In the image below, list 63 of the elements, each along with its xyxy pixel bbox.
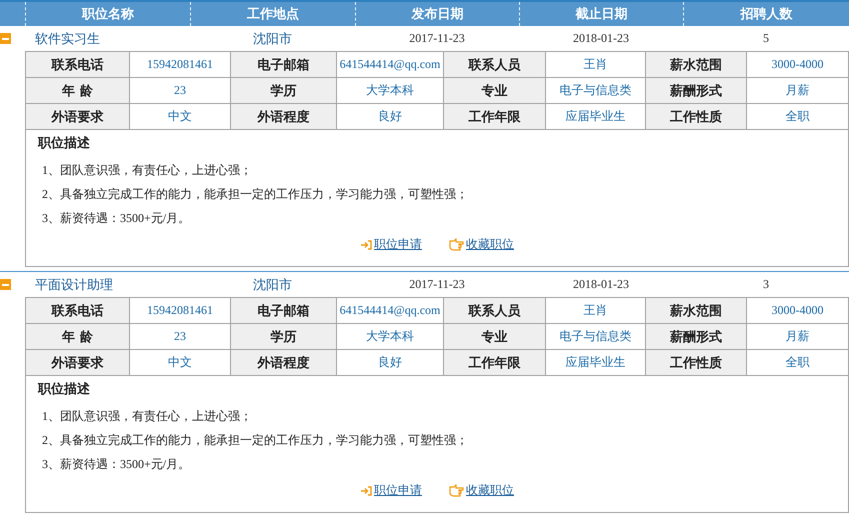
field-label: 外语程度 (231, 350, 337, 376)
deadline-date: 2018-01-23 (572, 31, 630, 46)
column-header: 截止日期 (519, 2, 683, 26)
apply-link[interactable]: 职位申请 (360, 482, 422, 499)
field-label: 联系电话 (26, 298, 130, 324)
field-label: 工作年限 (444, 350, 546, 376)
field-label: 薪水范围 (646, 298, 747, 324)
description-line: 3、薪资待遇：3500+元/月。 (41, 456, 192, 473)
field-label: 薪酬形式 (646, 324, 747, 350)
pointing-hand-icon (448, 484, 464, 497)
field-label: 薪水范围 (646, 52, 747, 78)
field-label: 工作性质 (646, 104, 747, 130)
field-value: 全职 (747, 104, 849, 130)
description-heading: 职位描述 (38, 135, 91, 152)
description-line: 2、具备独立完成工作的能力，能承担一定的工作压力，学习能力强，可塑性强； (41, 432, 469, 449)
field-label: 学历 (231, 78, 337, 104)
description-line: 1、团队意识强，有责任心，上进心强； (41, 408, 253, 425)
post-date: 2017-11-23 (408, 31, 466, 46)
favorite-link[interactable]: 收藏职位 (448, 482, 514, 499)
column-header: 职位名称 (25, 2, 190, 26)
column-header: 招聘人数 (683, 2, 849, 26)
field-label: 薪酬形式 (646, 78, 747, 104)
hiring-count: 5 (762, 31, 770, 46)
deadline-date: 2018-01-23 (572, 277, 630, 292)
field-value: 月薪 (747, 78, 849, 104)
description-line: 2、具备独立完成工作的能力，能承担一定的工作压力，学习能力强，可塑性强； (41, 186, 469, 203)
field-label: 学历 (231, 324, 337, 350)
post-date: 2017-11-23 (408, 277, 466, 292)
field-value: 全职 (747, 350, 849, 376)
job-location: 沈阳市 (252, 276, 293, 294)
field-label: 年 龄 (26, 324, 130, 350)
favorite-link[interactable]: 收藏职位 (448, 236, 514, 253)
field-label: 联系人员 (444, 298, 546, 324)
field-value: 3000-4000 (747, 298, 849, 324)
column-header: 发布日期 (355, 2, 519, 26)
job-title[interactable]: 软件实习生 (25, 30, 190, 48)
job-location: 沈阳市 (252, 30, 293, 48)
hiring-count: 3 (762, 277, 770, 292)
field-value: 3000-4000 (747, 52, 849, 78)
apply-link[interactable]: 职位申请 (360, 236, 422, 253)
job-title[interactable]: 平面设计助理 (25, 276, 190, 294)
enter-icon (360, 240, 372, 250)
column-header: 工作地点 (190, 2, 355, 26)
description-line: 1、团队意识强，有责任心，上进心强； (41, 162, 253, 179)
field-label: 联系电话 (26, 52, 130, 78)
collapse-button[interactable] (0, 33, 11, 44)
field-label: 专业 (444, 324, 546, 350)
field-label: 工作年限 (444, 104, 546, 130)
field-label: 联系人员 (444, 52, 546, 78)
pointing-hand-icon (448, 238, 464, 251)
field-value: 月薪 (747, 324, 849, 350)
collapse-button[interactable] (0, 279, 11, 290)
field-label: 专业 (444, 78, 546, 104)
field-label: 年 龄 (26, 78, 130, 104)
description-line: 3、薪资待遇：3500+元/月。 (41, 210, 192, 227)
field-label: 外语要求 (26, 104, 130, 130)
field-label: 外语程度 (231, 104, 337, 130)
field-label: 外语要求 (26, 350, 130, 376)
field-label: 电子邮箱 (231, 298, 337, 324)
field-label: 电子邮箱 (231, 52, 337, 78)
enter-icon (360, 486, 372, 496)
field-label: 工作性质 (646, 350, 747, 376)
description-heading: 职位描述 (38, 381, 91, 398)
